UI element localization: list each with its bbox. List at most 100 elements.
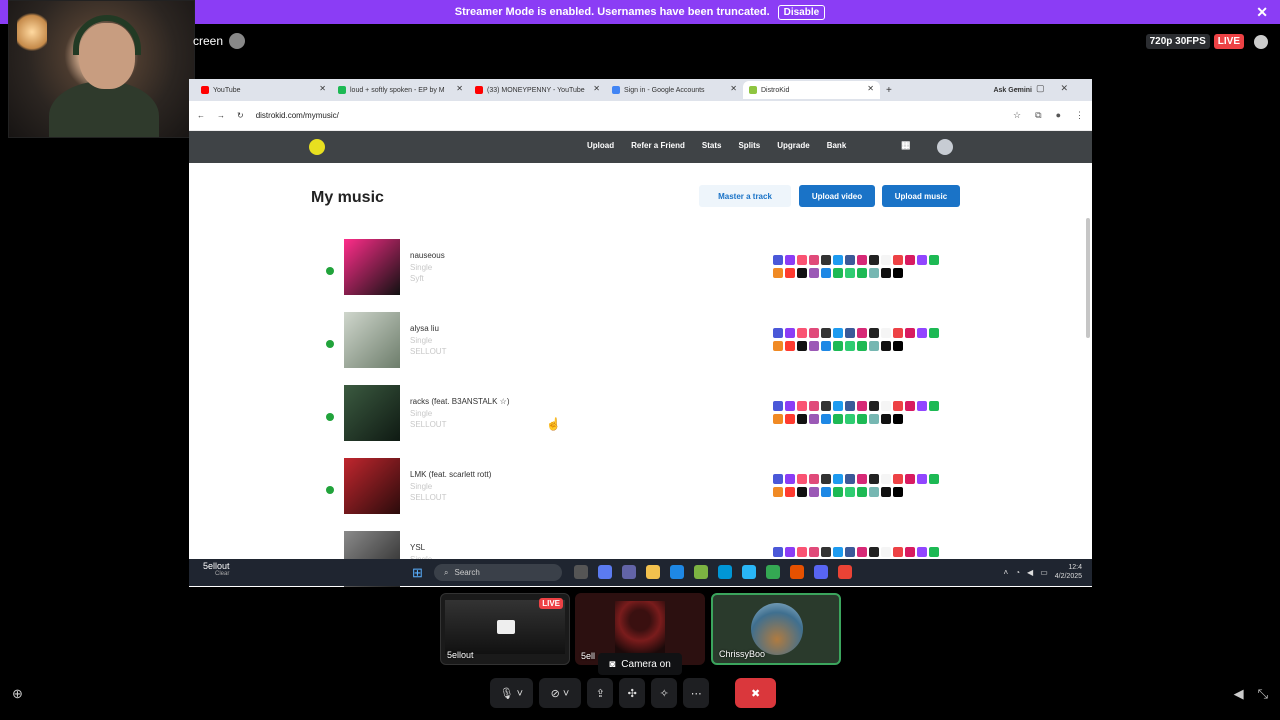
- volume-icon[interactable]: ◀: [1027, 568, 1033, 577]
- store-icon[interactable]: [773, 401, 783, 411]
- window-controls[interactable]: –▢✕: [1015, 83, 1084, 94]
- add-person-icon[interactable]: ⊕: [12, 686, 23, 702]
- store-icon[interactable]: [857, 547, 867, 557]
- store-icon[interactable]: [845, 487, 855, 497]
- store-icon[interactable]: [797, 414, 807, 424]
- avatar[interactable]: [937, 139, 953, 155]
- edge-icon[interactable]: [670, 565, 684, 579]
- store-icon[interactable]: [929, 401, 939, 411]
- store-icon[interactable]: [809, 328, 819, 338]
- more-button[interactable]: ⋯: [683, 678, 710, 708]
- store-icon[interactable]: [893, 255, 903, 265]
- store-icon[interactable]: [809, 255, 819, 265]
- store-icon[interactable]: [785, 341, 795, 351]
- store-icon[interactable]: [893, 487, 903, 497]
- store-icon[interactable]: [893, 547, 903, 557]
- store-icon[interactable]: [869, 474, 879, 484]
- store-icon[interactable]: [857, 414, 867, 424]
- store-icon[interactable]: [845, 401, 855, 411]
- nav-stats[interactable]: Stats: [702, 141, 722, 150]
- store-icon[interactable]: [809, 547, 819, 557]
- app-icon[interactable]: [742, 565, 756, 579]
- taskbar-search[interactable]: ⌕ Search: [434, 564, 562, 581]
- store-icon[interactable]: [917, 401, 927, 411]
- store-icon[interactable]: [773, 547, 783, 557]
- tab-spotify[interactable]: loud + softly spoken - EP by M ✕: [332, 81, 469, 99]
- store-icon[interactable]: [857, 341, 867, 351]
- hp-icon[interactable]: [718, 565, 732, 579]
- store-icon[interactable]: [833, 414, 843, 424]
- store-icon[interactable]: [881, 328, 891, 338]
- store-icon[interactable]: [893, 414, 903, 424]
- profile-icon[interactable]: ●: [1056, 110, 1061, 121]
- store-icon[interactable]: [797, 487, 807, 497]
- store-icon[interactable]: [905, 474, 915, 484]
- store-icon[interactable]: [869, 341, 879, 351]
- store-icon[interactable]: [833, 255, 843, 265]
- store-icon[interactable]: [881, 341, 891, 351]
- store-icon[interactable]: [845, 268, 855, 278]
- store-icon[interactable]: [797, 328, 807, 338]
- store-icon[interactable]: [881, 401, 891, 411]
- store-icon[interactable]: [821, 487, 831, 497]
- store-icon[interactable]: [785, 268, 795, 278]
- tab-distrokid[interactable]: DistroKid ✕: [743, 81, 880, 99]
- store-icon[interactable]: [833, 341, 843, 351]
- store-icon[interactable]: [905, 255, 915, 265]
- upload-video-button[interactable]: Upload video: [799, 185, 875, 207]
- store-icon[interactable]: [773, 474, 783, 484]
- scrollbar[interactable]: [1086, 218, 1090, 338]
- store-icon[interactable]: [821, 547, 831, 557]
- store-icon[interactable]: [797, 255, 807, 265]
- forward-icon[interactable]: →: [217, 111, 225, 120]
- apps-grid-icon[interactable]: ▦: [901, 140, 910, 151]
- release-title[interactable]: alysa liu: [410, 324, 439, 333]
- store-icon[interactable]: [917, 547, 927, 557]
- master-track-button[interactable]: Master a track: [699, 185, 791, 207]
- teams-icon[interactable]: [622, 565, 636, 579]
- release-title[interactable]: LMK (feat. scarlett rott): [410, 470, 491, 479]
- participant-tile-5ellout[interactable]: LIVE 5ellout: [440, 593, 570, 665]
- store-icon[interactable]: [833, 487, 843, 497]
- store-icon[interactable]: [785, 328, 795, 338]
- volume-icon[interactable]: ◀: [1234, 686, 1244, 702]
- store-icon[interactable]: [893, 268, 903, 278]
- store-icon[interactable]: [869, 487, 879, 497]
- store-icon[interactable]: [809, 474, 819, 484]
- release-artwork[interactable]: [344, 312, 400, 368]
- store-icon[interactable]: [785, 401, 795, 411]
- windows-start-icon[interactable]: ⊞: [412, 565, 423, 581]
- store-icon[interactable]: [821, 328, 831, 338]
- battery-icon[interactable]: ▭: [1040, 568, 1048, 577]
- store-icon[interactable]: [905, 328, 915, 338]
- store-icon[interactable]: [893, 401, 903, 411]
- store-icon[interactable]: [893, 474, 903, 484]
- chrome-icon-2[interactable]: [838, 565, 852, 579]
- store-icon[interactable]: [785, 474, 795, 484]
- store-icon[interactable]: [821, 268, 831, 278]
- store-icon[interactable]: [881, 547, 891, 557]
- close-icon[interactable]: ✕: [1256, 4, 1268, 21]
- release-row[interactable]: alysa liu Single SELLOUT: [326, 312, 962, 385]
- store-icon[interactable]: [857, 328, 867, 338]
- nav-splits[interactable]: Splits: [738, 141, 760, 150]
- store-icon[interactable]: [917, 255, 927, 265]
- store-icon[interactable]: [821, 401, 831, 411]
- folder-icon[interactable]: [646, 565, 660, 579]
- store-icon[interactable]: [869, 268, 879, 278]
- discord-icon[interactable]: [814, 565, 828, 579]
- mic-button[interactable]: 🎙︎ ˅: [490, 678, 533, 708]
- release-title[interactable]: nauseous: [410, 251, 445, 260]
- store-icon[interactable]: [929, 328, 939, 338]
- extensions-icon[interactable]: ⧉: [1035, 110, 1041, 121]
- menu-icon[interactable]: ⋮: [1075, 110, 1084, 121]
- tab-google-signin[interactable]: Sign in - Google Accounts ✕: [606, 81, 743, 99]
- store-icon[interactable]: [821, 341, 831, 351]
- store-icon[interactable]: [929, 255, 939, 265]
- store-icon[interactable]: [845, 255, 855, 265]
- store-icon[interactable]: [857, 487, 867, 497]
- release-title[interactable]: YSL: [410, 543, 425, 552]
- store-icon[interactable]: [881, 268, 891, 278]
- store-icon[interactable]: [845, 328, 855, 338]
- fullscreen-icon[interactable]: ⤡: [1258, 686, 1268, 702]
